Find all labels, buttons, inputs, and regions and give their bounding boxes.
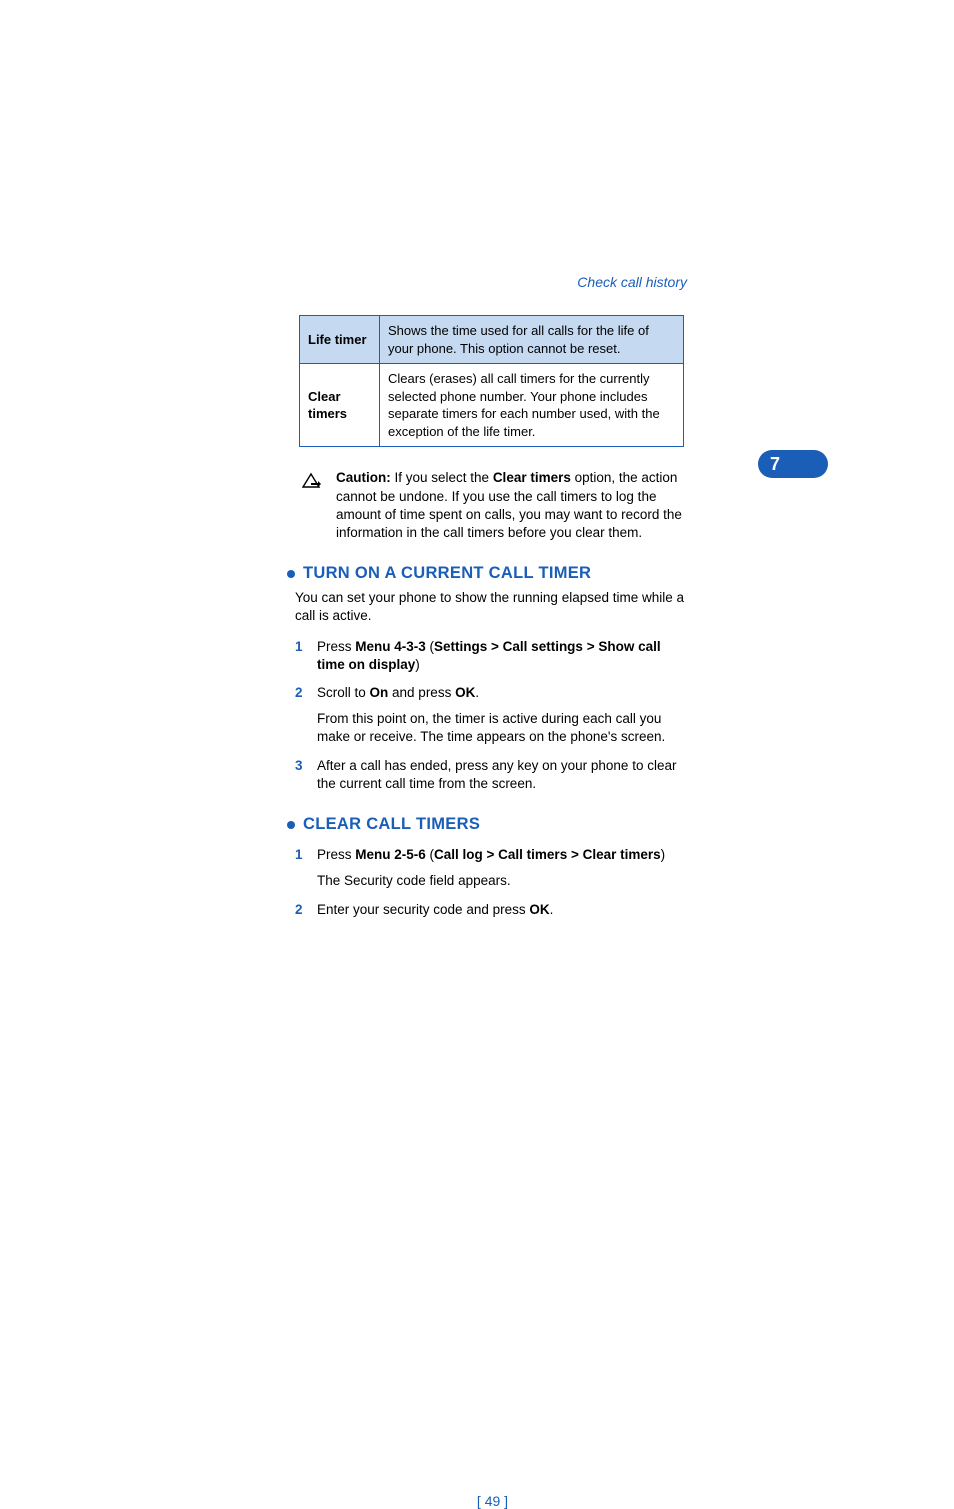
step-sub: From this point on, the timer is active … — [317, 710, 690, 746]
bullet-icon — [287, 570, 295, 578]
steps-list: Press Menu 4-3-3 (Settings > Call settin… — [295, 638, 690, 794]
section-heading: TURN ON A CURRENT CALL TIMER — [287, 564, 690, 583]
step-item: Enter your security code and press OK. — [317, 901, 690, 919]
table-cell-label: Clear timers — [300, 364, 380, 447]
section-intro: You can set your phone to show the runni… — [295, 589, 690, 625]
step-item: Press Menu 4-3-3 (Settings > Call settin… — [317, 638, 690, 674]
timer-table: Life timer Shows the time used for all c… — [299, 315, 684, 447]
page-number: [ 49 ] — [295, 1493, 690, 1509]
table-cell-desc: Clears (erases) all call timers for the … — [380, 364, 684, 447]
step-item: Scroll to On and press OK. From this poi… — [317, 684, 690, 747]
running-header: Check call history — [577, 274, 687, 290]
step-item: After a call has ended, press any key on… — [317, 757, 690, 793]
heading-text: CLEAR CALL TIMERS — [303, 815, 480, 834]
caution-text: Caution: If you select the Clear timers … — [336, 469, 690, 542]
table-row: Life timer Shows the time used for all c… — [300, 316, 684, 364]
table-cell-label: Life timer — [300, 316, 380, 364]
step-sub: The Security code field appears. — [317, 872, 690, 890]
step-item: Press Menu 2-5-6 (Call log > Call timers… — [317, 846, 690, 890]
table-cell-desc: Shows the time used for all calls for th… — [380, 316, 684, 364]
heading-text: TURN ON A CURRENT CALL TIMER — [303, 564, 591, 583]
caution-block: Caution: If you select the Clear timers … — [295, 469, 690, 542]
page-content: Check call history 7 Life timer Shows th… — [295, 280, 690, 929]
bullet-icon — [287, 821, 295, 829]
chapter-tab: 7 — [758, 450, 828, 478]
steps-list: Press Menu 2-5-6 (Call log > Call timers… — [295, 846, 690, 919]
table-row: Clear timers Clears (erases) all call ti… — [300, 364, 684, 447]
section-heading: CLEAR CALL TIMERS — [287, 815, 690, 834]
caution-label: Caution: — [336, 470, 391, 485]
caution-icon — [300, 471, 322, 542]
